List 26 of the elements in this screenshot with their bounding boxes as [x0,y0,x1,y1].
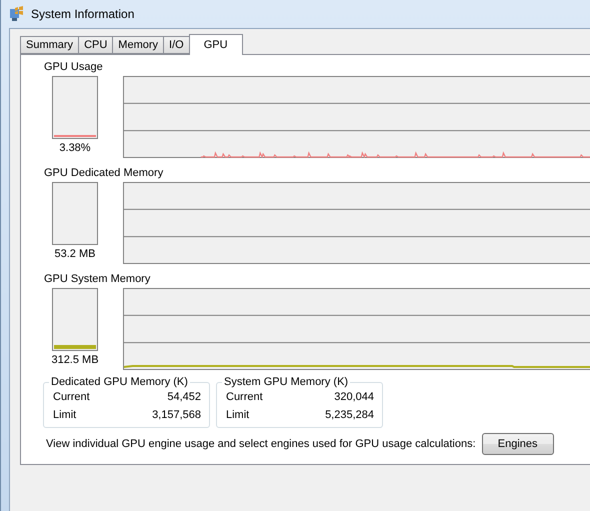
section-title: GPU System Memory [44,273,152,286]
engines-button[interactable]: Engines [482,433,554,455]
stat-label: Current [226,391,263,403]
tab[interactable]: I/O [163,36,190,54]
stat-label: Current [53,391,90,403]
tab[interactable]: Summary [20,36,80,54]
group-title: System GPU Memory (K) [223,376,350,388]
tab[interactable]: GPU [188,34,243,55]
group-title: Dedicated GPU Memory (K) [50,376,189,388]
meter [52,182,98,245]
meter-reading: 53.2 MB [54,248,96,260]
stat-value: 320,044 [334,391,374,403]
window-title: System Information [31,7,134,21]
meter-reading: 312.5 MB [51,354,99,366]
stat-value: 54,452 [167,391,201,403]
app-icon [9,6,25,22]
meter-reading: 3.38% [59,142,91,154]
tab[interactable]: CPU [78,36,114,54]
section-title: GPU Usage [44,61,104,74]
stat-value: 5,235,284 [325,409,374,421]
stat-label: Limit [53,409,76,421]
stat-value: 3,157,568 [152,409,201,421]
footer-text: View individual GPU engine usage and select engines used for GPU usage calculations: [46,438,476,450]
tab[interactable]: Memory [112,36,164,54]
section-title: GPU Dedicated Memory [44,167,164,180]
stat-label: Limit [226,409,250,421]
